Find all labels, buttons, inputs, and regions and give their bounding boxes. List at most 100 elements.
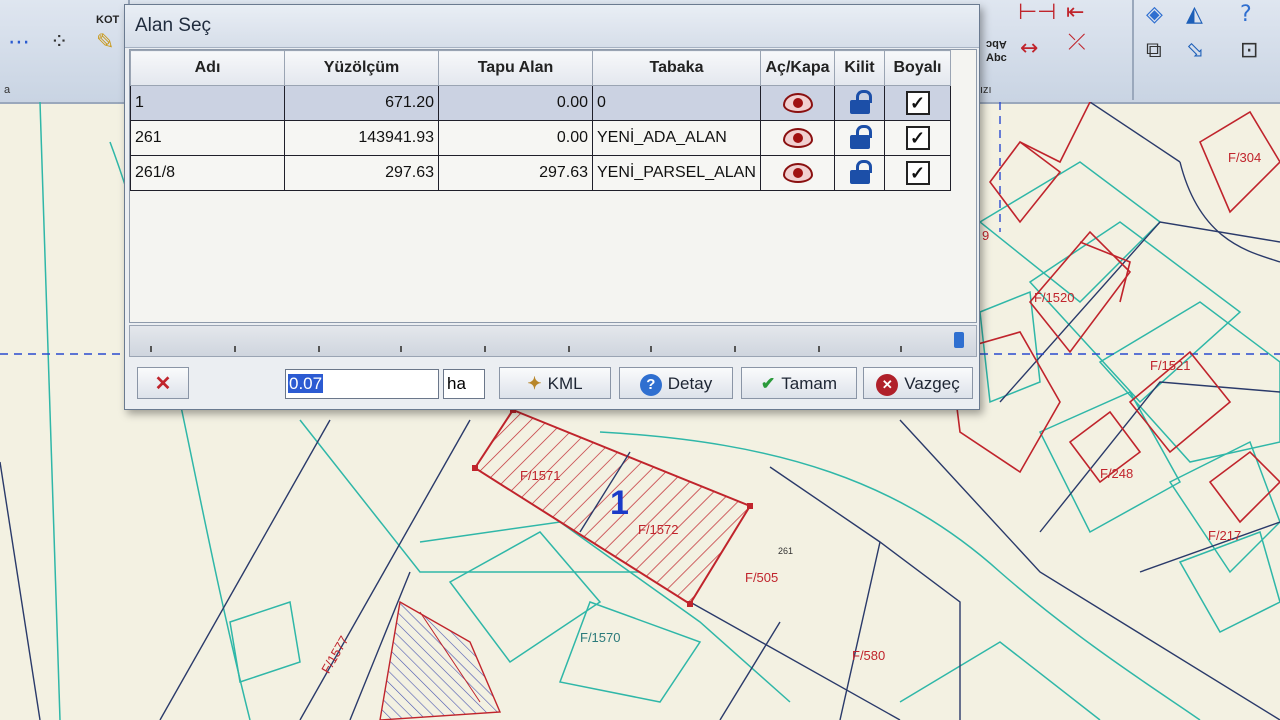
horizontal-scrollbar[interactable] bbox=[129, 325, 977, 357]
kml-button[interactable]: ✦ KML bbox=[499, 367, 611, 399]
area-grid: Adı Yüzölçüm Tapu Alan Tabaka Aç/Kapa Ki… bbox=[130, 50, 951, 191]
dimension-icon[interactable]: ⊢⊣ bbox=[1018, 0, 1056, 26]
clear-button[interactable]: ✕ bbox=[137, 367, 189, 399]
cell-visibility[interactable] bbox=[760, 120, 835, 156]
cell-lock[interactable] bbox=[834, 155, 885, 191]
parcel-label: F/217 bbox=[1208, 528, 1241, 543]
pencil-icon[interactable]: ✎ bbox=[96, 30, 114, 56]
parcel-label: F/304 bbox=[1228, 150, 1261, 165]
parcel-label: F/505 bbox=[745, 570, 778, 585]
help-icon[interactable]: ? bbox=[1240, 2, 1252, 28]
cell-layer[interactable]: YENİ_ADA_ALAN bbox=[592, 120, 761, 156]
scroll-tick bbox=[650, 346, 652, 352]
area-value-text: 0.07 bbox=[288, 374, 324, 393]
cell-deed-area[interactable]: 0.00 bbox=[438, 85, 593, 121]
scroll-thumb[interactable] bbox=[954, 332, 964, 348]
ok-button[interactable]: ✔ Tamam bbox=[741, 367, 857, 399]
column-header-visibility[interactable]: Aç/Kapa bbox=[760, 50, 835, 86]
painted-checkbox[interactable]: ✓ bbox=[905, 126, 930, 150]
grid-dots-icon[interactable]: ⁘ bbox=[50, 30, 68, 56]
shape-select-icon[interactable]: ⧉ bbox=[1146, 38, 1162, 64]
ribbon-group-caption: a bbox=[4, 84, 11, 96]
snap-icon[interactable]: ⇤ bbox=[1066, 0, 1084, 26]
parcel-label: F/1577 bbox=[318, 633, 351, 676]
unlock-icon[interactable] bbox=[849, 90, 872, 114]
cell-layer[interactable]: YENİ_PARSEL_ALAN bbox=[592, 155, 761, 191]
parcel-label: F/580 bbox=[852, 648, 885, 663]
abc-label-top[interactable]: Abc bbox=[986, 38, 1007, 50]
column-header-name[interactable]: Adı bbox=[130, 50, 285, 86]
scroll-tick bbox=[900, 346, 902, 352]
cell-layer[interactable]: 0 bbox=[592, 85, 761, 121]
help-icon: ? bbox=[639, 374, 662, 396]
cell-visibility[interactable] bbox=[760, 155, 835, 191]
detail-label: Detay bbox=[667, 374, 713, 393]
ribbon-group-caption: ızı bbox=[980, 84, 992, 96]
column-header-painted[interactable]: Boyalı bbox=[884, 50, 951, 86]
area-value-field[interactable]: 0.07 bbox=[285, 369, 439, 399]
parcel-label: F/1520 bbox=[1034, 290, 1074, 305]
cell-deed-area[interactable]: 0.00 bbox=[438, 120, 593, 156]
cell-lock[interactable] bbox=[834, 85, 885, 121]
eye-icon[interactable] bbox=[782, 163, 813, 183]
cell-painted[interactable]: ✓ bbox=[884, 120, 951, 156]
area-unit-field[interactable]: ha bbox=[443, 369, 485, 399]
cell-name[interactable]: 261/8 bbox=[130, 155, 285, 191]
snap-icon[interactable]: ⊡ bbox=[1240, 38, 1258, 64]
cell-area[interactable]: 143941.93 bbox=[284, 120, 439, 156]
area-select-dialog: Alan Seç Adı Yüzölçüm Tapu Alan Tabaka A… bbox=[124, 4, 980, 410]
table-row[interactable]: 1 671.20 0.00 0 ✓ bbox=[130, 85, 951, 121]
scroll-tick bbox=[318, 346, 320, 352]
unlock-icon[interactable] bbox=[849, 160, 872, 184]
unlock-icon[interactable] bbox=[849, 125, 872, 149]
detail-button[interactable]: ? Detay bbox=[619, 367, 733, 399]
cell-deed-area[interactable]: 297.63 bbox=[438, 155, 593, 191]
cell-name[interactable]: 1 bbox=[130, 85, 285, 121]
kml-icon: ✦ bbox=[527, 374, 542, 393]
painted-checkbox[interactable]: ✓ bbox=[905, 161, 930, 185]
scroll-tick bbox=[484, 346, 486, 352]
dotted-line-icon[interactable]: ⋯ bbox=[8, 30, 30, 56]
shape-select-icon[interactable]: ⬂ bbox=[1186, 38, 1204, 64]
cell-name[interactable]: 261 bbox=[130, 120, 285, 156]
area-table[interactable]: Adı Yüzölçüm Tapu Alan Tabaka Aç/Kapa Ki… bbox=[129, 49, 977, 323]
parcel-label: F/1521 bbox=[1150, 358, 1190, 373]
kml-label: KML bbox=[547, 374, 583, 393]
abc-label-bottom[interactable]: Abc bbox=[986, 52, 1007, 64]
ribbon-group-left: ⋯ ⁘ ✎ KOT a bbox=[0, 0, 130, 100]
painted-checkbox[interactable]: ✓ bbox=[905, 91, 930, 115]
scroll-tick bbox=[734, 346, 736, 352]
cell-area[interactable]: 297.63 bbox=[284, 155, 439, 191]
dialog-titlebar[interactable]: Alan Seç bbox=[125, 5, 979, 48]
parcel-label: F/1570 bbox=[580, 630, 620, 645]
scroll-tick bbox=[234, 346, 236, 352]
cell-visibility[interactable] bbox=[760, 85, 835, 121]
eye-icon[interactable] bbox=[782, 128, 813, 148]
measure-icon[interactable]: ↔ bbox=[1020, 36, 1038, 62]
scroll-tick bbox=[150, 346, 152, 352]
shape-select-icon[interactable]: ◈ bbox=[1146, 2, 1163, 28]
table-row[interactable]: 261/8 297.63 297.63 YENİ_PARSEL_ALAN ✓ bbox=[130, 155, 951, 191]
column-header-layer[interactable]: Tabaka bbox=[592, 50, 761, 86]
block-number: 261 bbox=[778, 546, 793, 556]
column-header-lock[interactable]: Kilit bbox=[834, 50, 885, 86]
table-row[interactable]: 261 143941.93 0.00 YENİ_ADA_ALAN ✓ bbox=[130, 120, 951, 156]
table-header: Adı Yüzölçüm Tapu Alan Tabaka Aç/Kapa Ki… bbox=[130, 50, 951, 86]
column-header-deed-area[interactable]: Tapu Alan bbox=[438, 50, 593, 86]
eye-icon[interactable] bbox=[782, 93, 813, 113]
parcel-label: F/1572 bbox=[638, 522, 678, 537]
parcel-label: 9 bbox=[982, 228, 989, 243]
parcel-label: F/248 bbox=[1100, 466, 1133, 481]
cell-painted[interactable]: ✓ bbox=[884, 155, 951, 191]
close-icon: ✕ bbox=[154, 373, 172, 395]
cancel-button[interactable]: ✕ Vazgeç bbox=[863, 367, 973, 399]
cell-lock[interactable] bbox=[834, 120, 885, 156]
scroll-tick bbox=[400, 346, 402, 352]
column-header-area[interactable]: Yüzölçüm bbox=[284, 50, 439, 86]
snap-icon[interactable]: ⤫ bbox=[1068, 30, 1086, 56]
cell-area[interactable]: 671.20 bbox=[284, 85, 439, 121]
cell-painted[interactable]: ✓ bbox=[884, 85, 951, 121]
kot-label: KOT bbox=[96, 14, 120, 26]
shape-select-icon[interactable]: ◭ bbox=[1186, 2, 1203, 28]
cancel-icon: ✕ bbox=[876, 374, 899, 396]
